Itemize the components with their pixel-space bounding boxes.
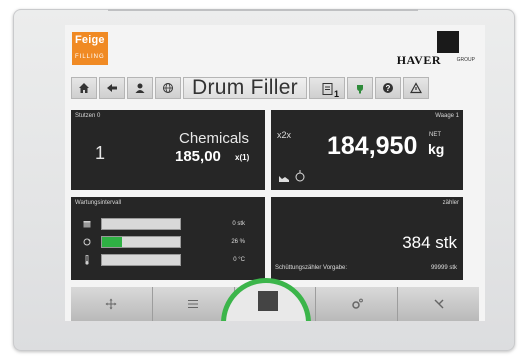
hmi-screen: Feige FILLING HAVER GROUP Drum Filler 1 … (65, 25, 485, 321)
maintenance-bar-temperature (101, 254, 181, 266)
wartung-panel[interactable]: Wartungsintervall 0 stk 26 % 0 °C (71, 197, 265, 280)
maintenance-temperature-value: 0 °C (233, 257, 245, 263)
globe-icon (163, 83, 173, 93)
tools-button[interactable] (398, 287, 479, 321)
help-icon: ? (383, 83, 393, 93)
waage-label: Waage 1 (435, 113, 459, 119)
feige-logo-sub: FILLING (75, 54, 105, 60)
move-icon (105, 298, 117, 310)
calendar-icon (83, 221, 91, 228)
maintenance-bar-cycle (101, 236, 181, 248)
language-button[interactable] (155, 77, 181, 99)
top-toolbar: Drum Filler 1 ? (71, 76, 479, 99)
scale-icon (279, 176, 289, 182)
feige-logo: Feige FILLING (72, 32, 108, 65)
product-name: Chemicals (179, 130, 250, 147)
alarm-button[interactable] (403, 77, 429, 99)
user-icon (135, 83, 145, 93)
help-button[interactable]: ? (375, 77, 401, 99)
current-weight: 184,950 (327, 132, 418, 160)
tare-icon (295, 170, 305, 182)
maintenance-bar-count (101, 218, 181, 230)
preset-label: Schüttungszähler Vorgabe: (275, 265, 348, 271)
maintenance-cycle-value: 26 % (231, 239, 245, 245)
feige-logo-name: Feige (75, 34, 105, 46)
cycle-icon (83, 238, 91, 246)
filling-count: 384 stk (402, 233, 457, 252)
plug-icon (357, 85, 363, 94)
stutzen-number: 1 (95, 143, 106, 163)
weight-unit: kg (428, 141, 445, 157)
zaehler-label: zähler (442, 200, 459, 206)
settings-button[interactable] (316, 287, 399, 321)
target-weight: 185,00 (175, 148, 221, 165)
device-top-edge (108, 9, 418, 11)
preset-value: 99999 stk (430, 265, 457, 271)
move-button[interactable] (71, 287, 153, 321)
clipboard-icon (322, 82, 332, 95)
maintenance-count-value: 0 stk (232, 221, 245, 227)
waage-mode: x2x (277, 130, 292, 140)
waage-panel[interactable]: Waage 1 x2x 184,950 NET kg (271, 110, 463, 190)
net-label: NET (429, 132, 441, 138)
stutzen-label: Stutzen 0 (75, 113, 101, 119)
haver-logo-name: HAVER (396, 53, 441, 67)
warning-icon (410, 82, 422, 94)
home-icon (79, 83, 89, 93)
list-icon (188, 300, 199, 308)
maintenance-bar-cycle-fill (102, 237, 123, 247)
recipe-badge: 1 (333, 89, 339, 99)
stutzen-panel[interactable]: Stutzen 0 1 Chemicals 185,00 x(1) (71, 110, 265, 190)
tools-icon (434, 299, 444, 309)
user-button[interactable] (127, 77, 153, 99)
svg-text:?: ? (386, 84, 391, 93)
back-button[interactable] (99, 77, 125, 99)
zaehler-panel[interactable]: zähler 384 stk Schüttungszähler Vorgabe:… (271, 197, 463, 280)
haver-logo-block (437, 31, 459, 53)
hmi-device: Feige FILLING HAVER GROUP Drum Filler 1 … (13, 9, 515, 351)
connection-button[interactable] (347, 77, 373, 99)
haver-logo: HAVER GROUP (385, 31, 477, 67)
target-unit: x(1) (235, 153, 250, 162)
page-title: Drum Filler (183, 76, 307, 99)
haver-logo-group: GROUP (456, 57, 475, 63)
stop-icon[interactable] (258, 291, 278, 311)
back-icon (107, 84, 117, 92)
wartung-label: Wartungsintervall (75, 200, 122, 206)
recipe-button[interactable]: 1 (309, 77, 345, 99)
thermometer-icon (85, 255, 89, 265)
home-button[interactable] (71, 77, 97, 99)
settings-icon (352, 298, 363, 309)
